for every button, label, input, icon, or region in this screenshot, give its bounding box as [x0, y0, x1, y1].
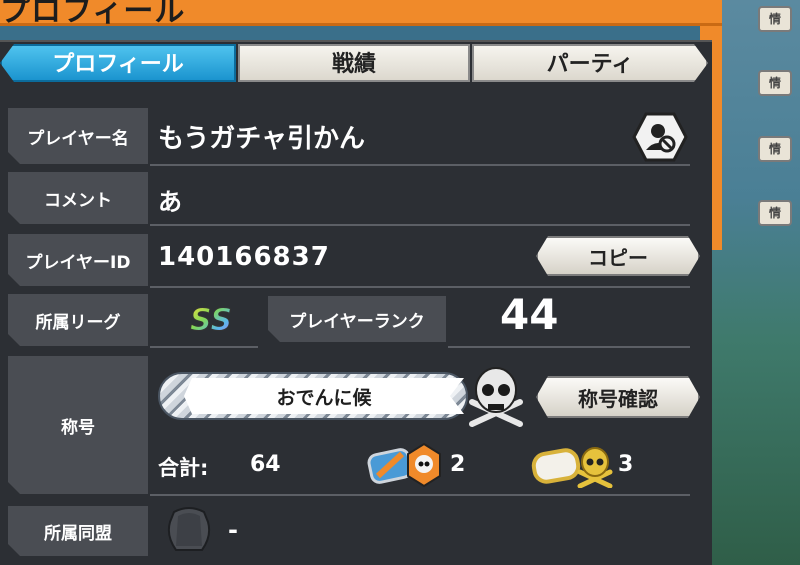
- header-bar: プロフィール: [0, 0, 722, 29]
- title-banner: おでんに候: [158, 368, 468, 424]
- alliance-emblem-icon: [166, 506, 212, 556]
- side-hint[interactable]: 情: [758, 6, 792, 32]
- league-badge-text: SS: [190, 303, 232, 338]
- comment-value: あ: [158, 188, 182, 216]
- title-confirm-button[interactable]: 称号確認: [536, 376, 700, 418]
- divider: [150, 494, 690, 496]
- gold-skull-badge-icon: [530, 442, 614, 489]
- divider: [150, 286, 690, 288]
- title-label: 称号: [8, 356, 148, 494]
- page-title: プロフィール: [0, 0, 186, 29]
- hexagon-user-icon[interactable]: [632, 112, 688, 162]
- tab-party[interactable]: パーティ: [472, 44, 708, 82]
- divider: [150, 164, 690, 166]
- divider: [150, 224, 690, 226]
- skull-crossbones-icon: [466, 362, 526, 428]
- player-id-value: 140166837: [158, 242, 330, 272]
- tab-battle-record[interactable]: 戦績: [238, 44, 470, 82]
- league-ss-badge-icon: SS: [188, 296, 233, 340]
- orange-skull-badge-icon: [366, 442, 444, 488]
- orange-title-count: 2: [450, 452, 466, 477]
- side-hint[interactable]: 情: [758, 136, 792, 162]
- copy-button[interactable]: コピー: [536, 236, 700, 276]
- alliance-label: 所属同盟: [8, 506, 148, 556]
- comment-label: コメント: [8, 172, 148, 224]
- tab-profile[interactable]: プロフィール: [0, 44, 236, 82]
- total-value: 64: [250, 452, 281, 477]
- total-label: 合計:: [158, 456, 209, 480]
- alliance-value: -: [228, 516, 238, 544]
- side-hint[interactable]: 情: [758, 70, 792, 96]
- player-name-label: プレイヤー名: [8, 108, 148, 164]
- player-id-label: プレイヤーID: [8, 234, 148, 286]
- title-name: おでんに候: [184, 378, 464, 414]
- divider: [150, 346, 258, 348]
- rank-label: プレイヤーランク: [268, 296, 446, 342]
- league-label: 所属リーグ: [8, 294, 148, 346]
- tab-bar: プロフィール 戦績 パーティ: [0, 44, 712, 82]
- gold-title-count: 3: [618, 452, 634, 477]
- divider: [448, 346, 690, 348]
- rank-value: 44: [500, 290, 559, 339]
- side-hint[interactable]: 情: [758, 200, 792, 226]
- player-name-value: もうガチャ引かん: [158, 124, 365, 154]
